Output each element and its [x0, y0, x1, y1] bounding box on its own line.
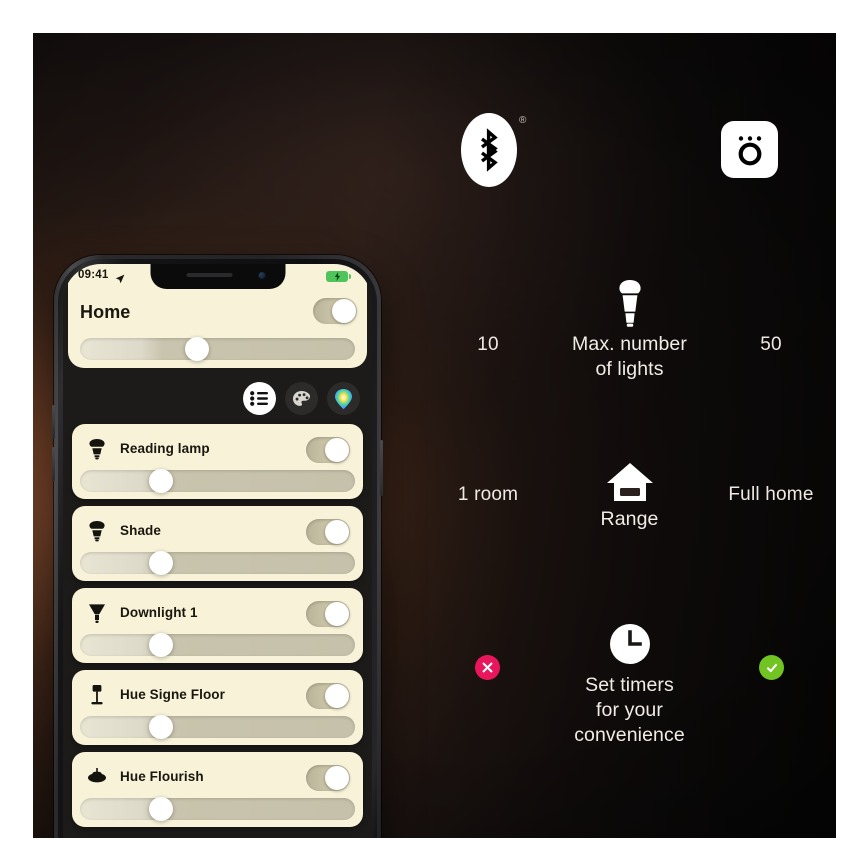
product-photo: ® Max. number of lights 10 50 Range 1 ro…	[33, 33, 836, 838]
hue-app: 09:41 Home Reading lamp Shade Downlight …	[63, 264, 372, 838]
light-brightness-slider[interactable]	[80, 551, 355, 575]
slider-knob[interactable]	[184, 337, 209, 361]
battery-charging-icon	[326, 271, 351, 282]
toggle-knob[interactable]	[325, 602, 349, 626]
light-toggle[interactable]	[306, 683, 350, 709]
toggle-track[interactable]	[306, 765, 350, 791]
list-item-label: Shade	[120, 523, 162, 538]
toggle-knob[interactable]	[325, 766, 349, 790]
list-item[interactable]: Shade	[72, 506, 363, 581]
feature-title-line1: Set timers	[585, 674, 674, 696]
downlight-icon	[86, 602, 108, 624]
mode-button-bar	[243, 382, 360, 415]
list-item-label: Hue Signe Floor	[120, 687, 226, 702]
feature-title-line2: of lights	[595, 358, 664, 380]
feature-title: Range	[513, 507, 746, 532]
feature-title-line2: for your	[596, 699, 663, 721]
slider-knob[interactable]	[148, 551, 173, 575]
status-badge-supported	[759, 655, 784, 680]
volume-up-button[interactable]	[52, 405, 55, 439]
light-brightness-slider[interactable]	[80, 797, 355, 821]
page-title: Home	[80, 302, 131, 322]
bulb-icon	[423, 278, 836, 328]
toggle-track[interactable]	[313, 298, 357, 324]
list-item[interactable]: Reading lamp	[72, 424, 363, 499]
slider-knob[interactable]	[148, 715, 173, 739]
status-time: 09:41	[78, 269, 109, 281]
scenes-button[interactable]	[285, 382, 318, 415]
toggle-knob[interactable]	[325, 684, 349, 708]
feature-title-line1: Max. number	[572, 333, 687, 355]
spot-bulb-icon	[86, 438, 108, 460]
feature-right-value: Full home	[728, 484, 814, 505]
toggle-knob[interactable]	[325, 520, 349, 544]
feature-left-value: 10	[477, 334, 499, 355]
power-button[interactable]	[380, 440, 383, 496]
feature-column: ® Max. number of lights 10 50 Range 1 ro…	[423, 33, 836, 838]
screenshot-root: ® Max. number of lights 10 50 Range 1 ro…	[0, 0, 868, 868]
registered-trademark-mark: ®	[519, 115, 527, 126]
light-toggle[interactable]	[306, 765, 350, 791]
light-list: Reading lamp Shade Downlight 1 Hue Signe…	[72, 424, 363, 834]
light-toggle[interactable]	[306, 519, 350, 545]
slider-knob[interactable]	[148, 797, 173, 821]
list-item[interactable]: Downlight 1	[72, 588, 363, 663]
camera-icon	[721, 121, 778, 178]
list-view-button[interactable]	[243, 382, 276, 415]
feature-right-value: 50	[760, 334, 782, 355]
list-item-label: Reading lamp	[120, 441, 210, 456]
list-item[interactable]: Hue Flourish	[72, 752, 363, 827]
toggle-track[interactable]	[306, 601, 350, 627]
light-toggle[interactable]	[306, 601, 350, 627]
toggle-track[interactable]	[306, 437, 350, 463]
feature-title-line1: Range	[600, 508, 659, 530]
location-arrow-icon	[115, 271, 125, 289]
toggle-track[interactable]	[306, 519, 350, 545]
feature-title: Set timers for your convenience	[513, 673, 746, 748]
ceiling-lamp-icon	[86, 766, 108, 788]
feature-left-value: 1 room	[457, 484, 519, 505]
feature-timers: Set timers for your convenience	[423, 623, 836, 763]
light-brightness-slider[interactable]	[80, 633, 355, 657]
list-item-label: Downlight 1	[120, 605, 198, 620]
phone-mockup: 09:41 Home Reading lamp Shade Downlight …	[36, 255, 406, 838]
slider-knob[interactable]	[148, 469, 173, 493]
feature-max-lights: Max. number of lights 10 50	[423, 278, 836, 388]
slider-knob[interactable]	[148, 633, 173, 657]
status-badge-unsupported	[475, 655, 500, 680]
floor-lamp-icon	[86, 684, 108, 706]
list-item[interactable]: Hue Signe Floor	[72, 670, 363, 745]
logo-row: ®	[423, 113, 836, 203]
light-brightness-slider[interactable]	[80, 715, 355, 739]
light-toggle[interactable]	[306, 437, 350, 463]
toggle-knob[interactable]	[325, 438, 349, 462]
toggle-track[interactable]	[306, 683, 350, 709]
toggle-knob[interactable]	[332, 299, 356, 323]
color-button[interactable]	[327, 382, 360, 415]
volume-down-button[interactable]	[52, 447, 55, 481]
list-item-label: Hue Flourish	[120, 769, 204, 784]
phone-screen: 09:41 Home Reading lamp Shade Downlight …	[63, 264, 372, 838]
light-brightness-slider[interactable]	[80, 469, 355, 493]
feature-range: Range 1 room Full home	[423, 461, 836, 556]
home-master-toggle[interactable]	[313, 298, 357, 324]
status-bar: 09:41	[63, 264, 362, 290]
home-brightness-slider[interactable]	[80, 337, 355, 361]
bluetooth-icon	[461, 113, 517, 187]
spot-bulb-icon	[86, 520, 108, 542]
feature-title-line3: convenience	[574, 724, 685, 746]
